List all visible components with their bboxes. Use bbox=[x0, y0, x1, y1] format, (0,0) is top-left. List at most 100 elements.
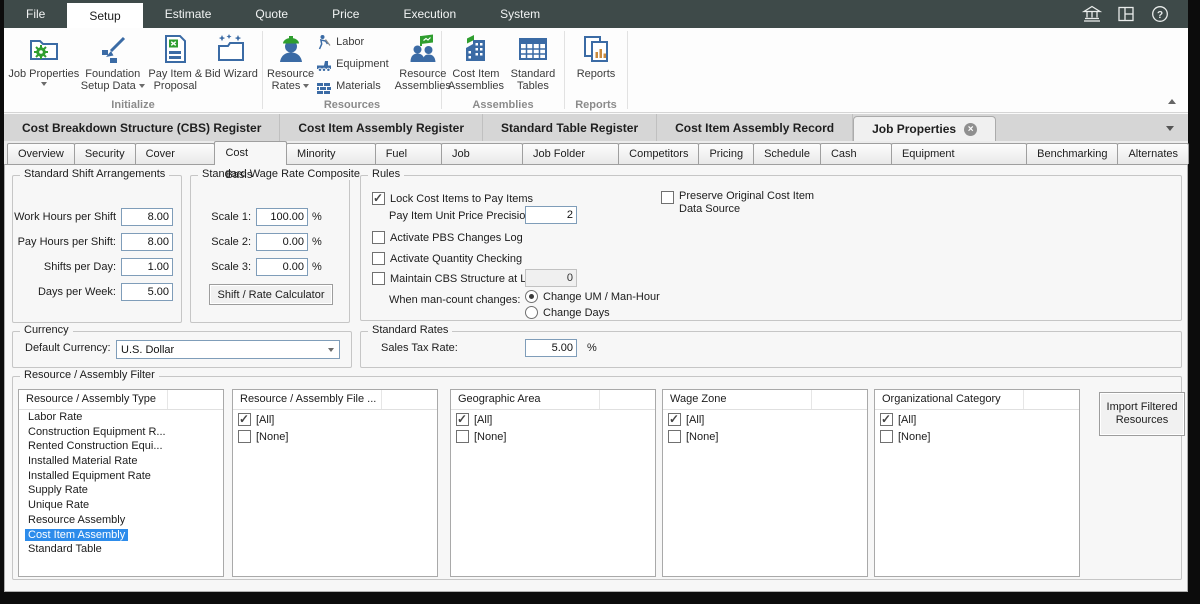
list-checkbox-item[interactable]: [None] bbox=[451, 429, 655, 444]
tab-list-dropdown-icon[interactable] bbox=[1166, 126, 1174, 131]
list-checkbox-item[interactable]: [All] bbox=[451, 412, 655, 427]
tab-alternates[interactable]: Alternates bbox=[1117, 143, 1189, 164]
tab-pricing[interactable]: Pricing bbox=[698, 143, 754, 164]
list-checkbox-item[interactable]: [None] bbox=[233, 429, 437, 444]
list-item[interactable]: Cost Item Assembly bbox=[19, 528, 223, 543]
menu-system[interactable]: System bbox=[478, 0, 562, 28]
tab-cover-sheet[interactable]: Cover Sheet bbox=[135, 143, 216, 164]
list-checkbox-item[interactable]: [All] bbox=[875, 412, 1079, 427]
bid-wizard-button[interactable]: Bid Wizard bbox=[205, 30, 258, 80]
list-item[interactable]: Unique Rate bbox=[19, 498, 223, 513]
tab-competitors[interactable]: Competitors bbox=[618, 143, 699, 164]
menu-execution[interactable]: Execution bbox=[381, 0, 478, 28]
tab-cost-basis[interactable]: Cost Basis bbox=[214, 141, 287, 164]
list-checkbox-item[interactable]: [None] bbox=[663, 429, 867, 444]
preserve-original-checkbox[interactable] bbox=[661, 191, 674, 204]
list-item[interactable]: Supply Rate bbox=[19, 483, 223, 498]
tab-minority-setup[interactable]: Minority Setup bbox=[286, 143, 376, 164]
lock-cost-items-checkbox[interactable] bbox=[372, 192, 385, 205]
change-days-radio[interactable] bbox=[525, 306, 538, 319]
resource-rates-button[interactable]: Resource Rates bbox=[267, 30, 314, 92]
all-checkbox[interactable] bbox=[238, 413, 251, 426]
menu-estimate[interactable]: Estimate bbox=[143, 0, 234, 28]
list-item[interactable]: Construction Equipment R... bbox=[19, 425, 223, 440]
activate-quantity-checkbox[interactable] bbox=[372, 252, 385, 265]
shift-rate-calculator-button[interactable]: Shift / Rate Calculator bbox=[209, 284, 333, 305]
tab-security[interactable]: Security bbox=[74, 143, 136, 164]
all-checkbox[interactable] bbox=[456, 413, 469, 426]
import-filtered-resources-button[interactable]: Import Filtered Resources bbox=[1099, 392, 1185, 436]
list-item[interactable]: Labor Rate bbox=[19, 410, 223, 425]
doc-tab-cbs-register[interactable]: Cost Breakdown Structure (CBS) Register bbox=[4, 114, 280, 141]
list-item[interactable]: Standard Table bbox=[19, 542, 223, 557]
pay-item-proposal-button[interactable]: Pay Item & Proposal bbox=[146, 30, 205, 92]
maintain-cbs-level-input[interactable] bbox=[525, 269, 577, 287]
resource-assembly-file-list[interactable]: Resource / Assembly File ... [All] [None… bbox=[232, 389, 438, 577]
none-checkbox[interactable] bbox=[456, 430, 469, 443]
tab-job-tracking[interactable]: Job Tracking bbox=[441, 143, 523, 164]
menu-setup[interactable]: Setup bbox=[67, 3, 142, 28]
pay-item-precision-input[interactable] bbox=[525, 206, 577, 224]
bank-icon[interactable] bbox=[1082, 4, 1102, 24]
scale3-input[interactable] bbox=[256, 258, 308, 276]
tab-cash-flow[interactable]: Cash Flow bbox=[820, 143, 892, 164]
scale2-input[interactable] bbox=[256, 233, 308, 251]
work-hours-input[interactable] bbox=[121, 208, 173, 226]
list-item[interactable]: Installed Equipment Rate bbox=[19, 469, 223, 484]
reports-button[interactable]: Reports bbox=[569, 30, 623, 80]
list-item[interactable]: Rented Construction Equi... bbox=[19, 439, 223, 454]
tab-job-folder-tags[interactable]: Job Folder Tags bbox=[522, 143, 619, 164]
all-checkbox[interactable] bbox=[880, 413, 893, 426]
tab-equipment-maintenance[interactable]: Equipment Maintenance bbox=[891, 143, 1027, 164]
ribbon-group-assemblies: Cost Item Assemblies Standard Tables Ass… bbox=[442, 28, 564, 112]
standard-tables-button[interactable]: Standard Tables bbox=[506, 30, 560, 92]
doc-tab-cost-item-assembly-record[interactable]: Cost Item Assembly Record bbox=[657, 114, 853, 141]
menu-quote[interactable]: Quote bbox=[233, 0, 310, 28]
organizational-category-list[interactable]: Organizational Category [All] [None] bbox=[874, 389, 1080, 577]
tab-benchmarking[interactable]: Benchmarking bbox=[1026, 143, 1118, 164]
svg-text:?: ? bbox=[1157, 10, 1163, 21]
none-checkbox[interactable] bbox=[238, 430, 251, 443]
menu-price[interactable]: Price bbox=[310, 0, 381, 28]
resource-assembly-type-list[interactable]: Resource / Assembly Type Labor Rate Cons… bbox=[18, 389, 224, 577]
foundation-setup-data-button[interactable]: Foundation Setup Data bbox=[80, 30, 146, 92]
none-checkbox[interactable] bbox=[668, 430, 681, 443]
list-checkbox-item[interactable]: [All] bbox=[233, 412, 437, 427]
close-tab-icon[interactable]: × bbox=[964, 123, 977, 136]
equipment-button[interactable]: Equipment bbox=[316, 56, 389, 72]
list-checkbox-item[interactable]: [All] bbox=[663, 412, 867, 427]
days-per-week-input[interactable] bbox=[121, 283, 173, 301]
tab-overview[interactable]: Overview bbox=[7, 143, 75, 164]
geographic-area-list[interactable]: Geographic Area [All] [None] bbox=[450, 389, 656, 577]
materials-button[interactable]: Materials bbox=[316, 78, 389, 94]
list-checkbox-item[interactable]: [None] bbox=[875, 429, 1079, 444]
menu-file[interactable]: File bbox=[4, 0, 67, 28]
labor-button[interactable]: Labor bbox=[316, 34, 389, 50]
ribbon-separator bbox=[627, 31, 628, 109]
scale1-input[interactable] bbox=[256, 208, 308, 226]
list-item[interactable]: Installed Material Rate bbox=[19, 454, 223, 469]
sales-tax-rate-input[interactable] bbox=[525, 339, 577, 357]
doc-tab-cost-item-assembly-register[interactable]: Cost Item Assembly Register bbox=[280, 114, 483, 141]
scale3-label: Scale 3: bbox=[199, 261, 251, 273]
shifts-per-day-input[interactable] bbox=[121, 258, 173, 276]
job-properties-button[interactable]: Job Properties bbox=[8, 30, 80, 86]
change-um-man-hour-radio[interactable] bbox=[525, 290, 538, 303]
all-checkbox[interactable] bbox=[668, 413, 681, 426]
collapse-ribbon-icon[interactable] bbox=[1168, 99, 1176, 104]
tab-fuel-cost[interactable]: Fuel Cost bbox=[375, 143, 442, 164]
pay-hours-input[interactable] bbox=[121, 233, 173, 251]
default-currency-select[interactable]: U.S. Dollar bbox=[116, 340, 340, 359]
none-checkbox[interactable] bbox=[880, 430, 893, 443]
maintain-cbs-checkbox[interactable] bbox=[372, 272, 385, 285]
group-title: Rules bbox=[368, 168, 404, 180]
doc-tab-standard-table-register[interactable]: Standard Table Register bbox=[483, 114, 657, 141]
window-layout-icon[interactable] bbox=[1116, 4, 1136, 24]
tab-schedule[interactable]: Schedule bbox=[753, 143, 821, 164]
activate-pbs-checkbox[interactable] bbox=[372, 231, 385, 244]
wage-zone-list[interactable]: Wage Zone [All] [None] bbox=[662, 389, 868, 577]
list-item[interactable]: Resource Assembly bbox=[19, 513, 223, 528]
doc-tab-job-properties[interactable]: Job Properties × bbox=[853, 116, 996, 141]
cost-item-assemblies-button[interactable]: Cost Item Assemblies bbox=[446, 30, 506, 92]
help-icon[interactable]: ? bbox=[1150, 4, 1170, 24]
